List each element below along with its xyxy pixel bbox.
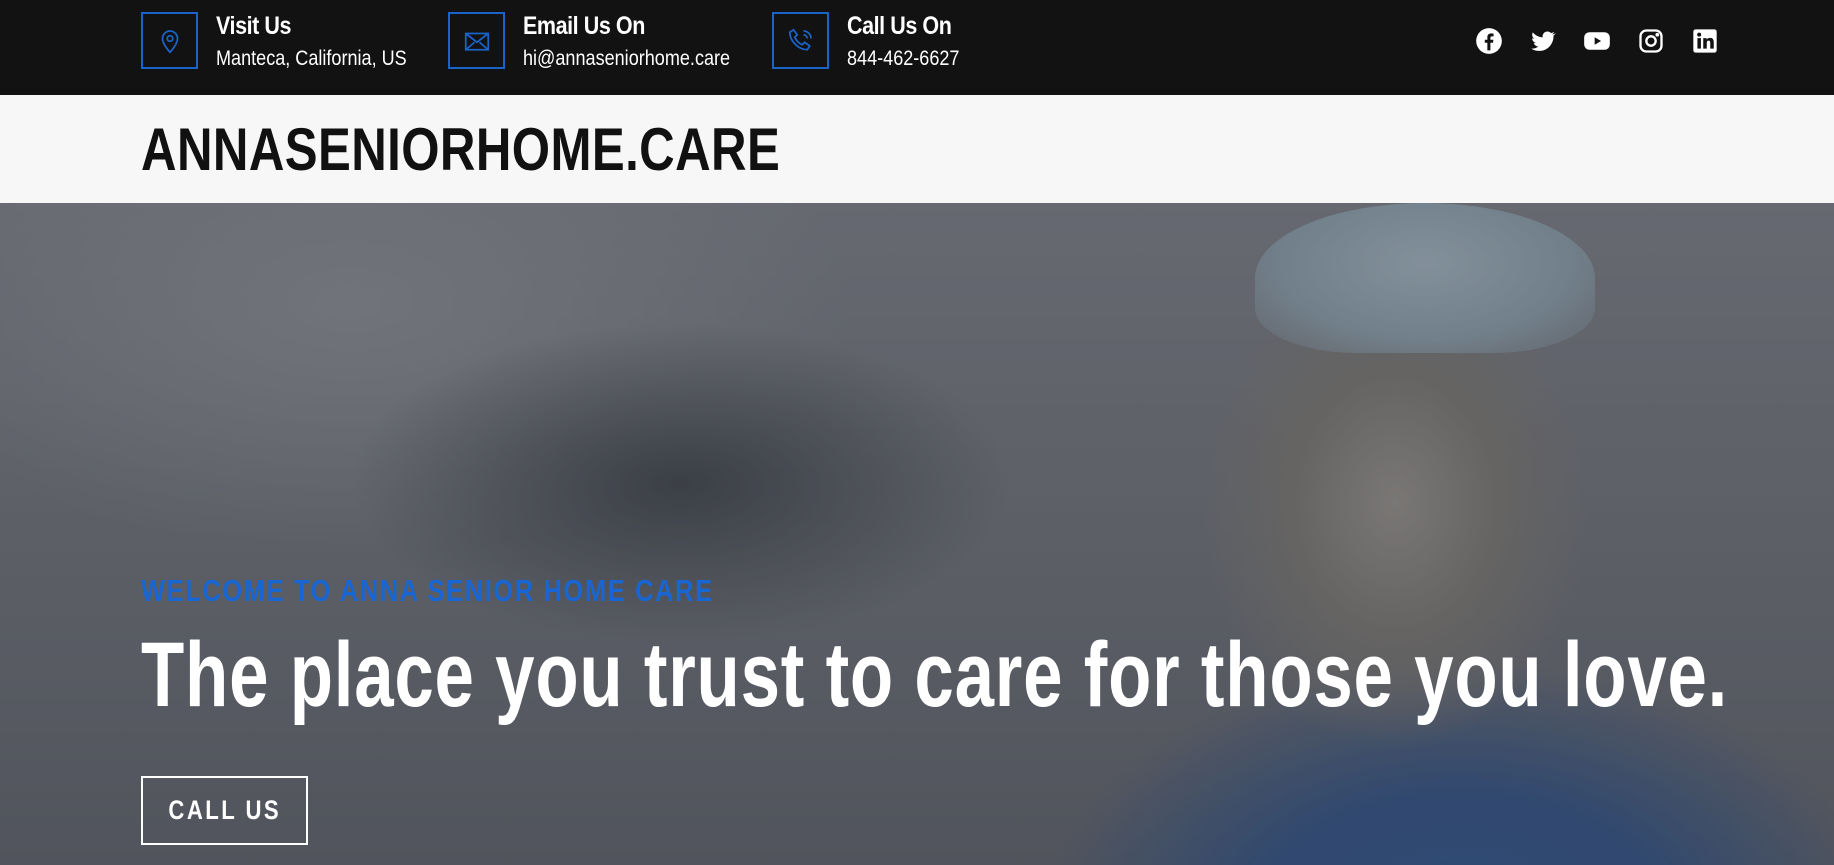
linkedin-icon[interactable] bbox=[1690, 26, 1720, 56]
envelope-icon bbox=[448, 12, 505, 69]
hero-kicker: WELCOME TO ANNA SENIOR HOME CARE bbox=[141, 573, 714, 608]
call-us-button-label: CALL US bbox=[168, 795, 281, 825]
email-us-title: Email Us On bbox=[523, 12, 645, 40]
email-link[interactable]: hi@annaseniorhome.care bbox=[523, 47, 730, 71]
hero-headline: The place you trust to care for those yo… bbox=[141, 624, 1729, 726]
email-us-block: Email Us On hi@annaseniorhome.care bbox=[448, 12, 748, 72]
call-us-block: Call Us On 844-462-6627 bbox=[772, 12, 1002, 72]
call-us-button[interactable]: CALL US bbox=[141, 776, 308, 845]
visit-us-block: Visit Us Manteca, California, US bbox=[141, 12, 421, 72]
twitter-icon[interactable] bbox=[1528, 26, 1558, 56]
site-header: ANNASENIORHOME.CARE bbox=[0, 95, 1834, 203]
hero-overlay bbox=[0, 203, 1834, 865]
youtube-icon[interactable] bbox=[1582, 26, 1612, 56]
site-logo[interactable]: ANNASENIORHOME.CARE bbox=[141, 117, 780, 183]
top-info-bar: Visit Us Manteca, California, US Email U… bbox=[0, 0, 1834, 95]
instagram-icon[interactable] bbox=[1636, 26, 1666, 56]
hero-section: WELCOME TO ANNA SENIOR HOME CARE The pla… bbox=[0, 203, 1834, 865]
visit-us-address: Manteca, California, US bbox=[216, 47, 407, 70]
phone-link[interactable]: 844-462-6627 bbox=[847, 47, 959, 71]
visit-us-title: Visit Us bbox=[216, 12, 292, 40]
social-links bbox=[1470, 26, 1720, 58]
phone-icon bbox=[772, 12, 829, 69]
facebook-icon[interactable] bbox=[1474, 26, 1504, 56]
map-pin-icon bbox=[141, 12, 198, 69]
call-us-title: Call Us On bbox=[847, 12, 952, 40]
